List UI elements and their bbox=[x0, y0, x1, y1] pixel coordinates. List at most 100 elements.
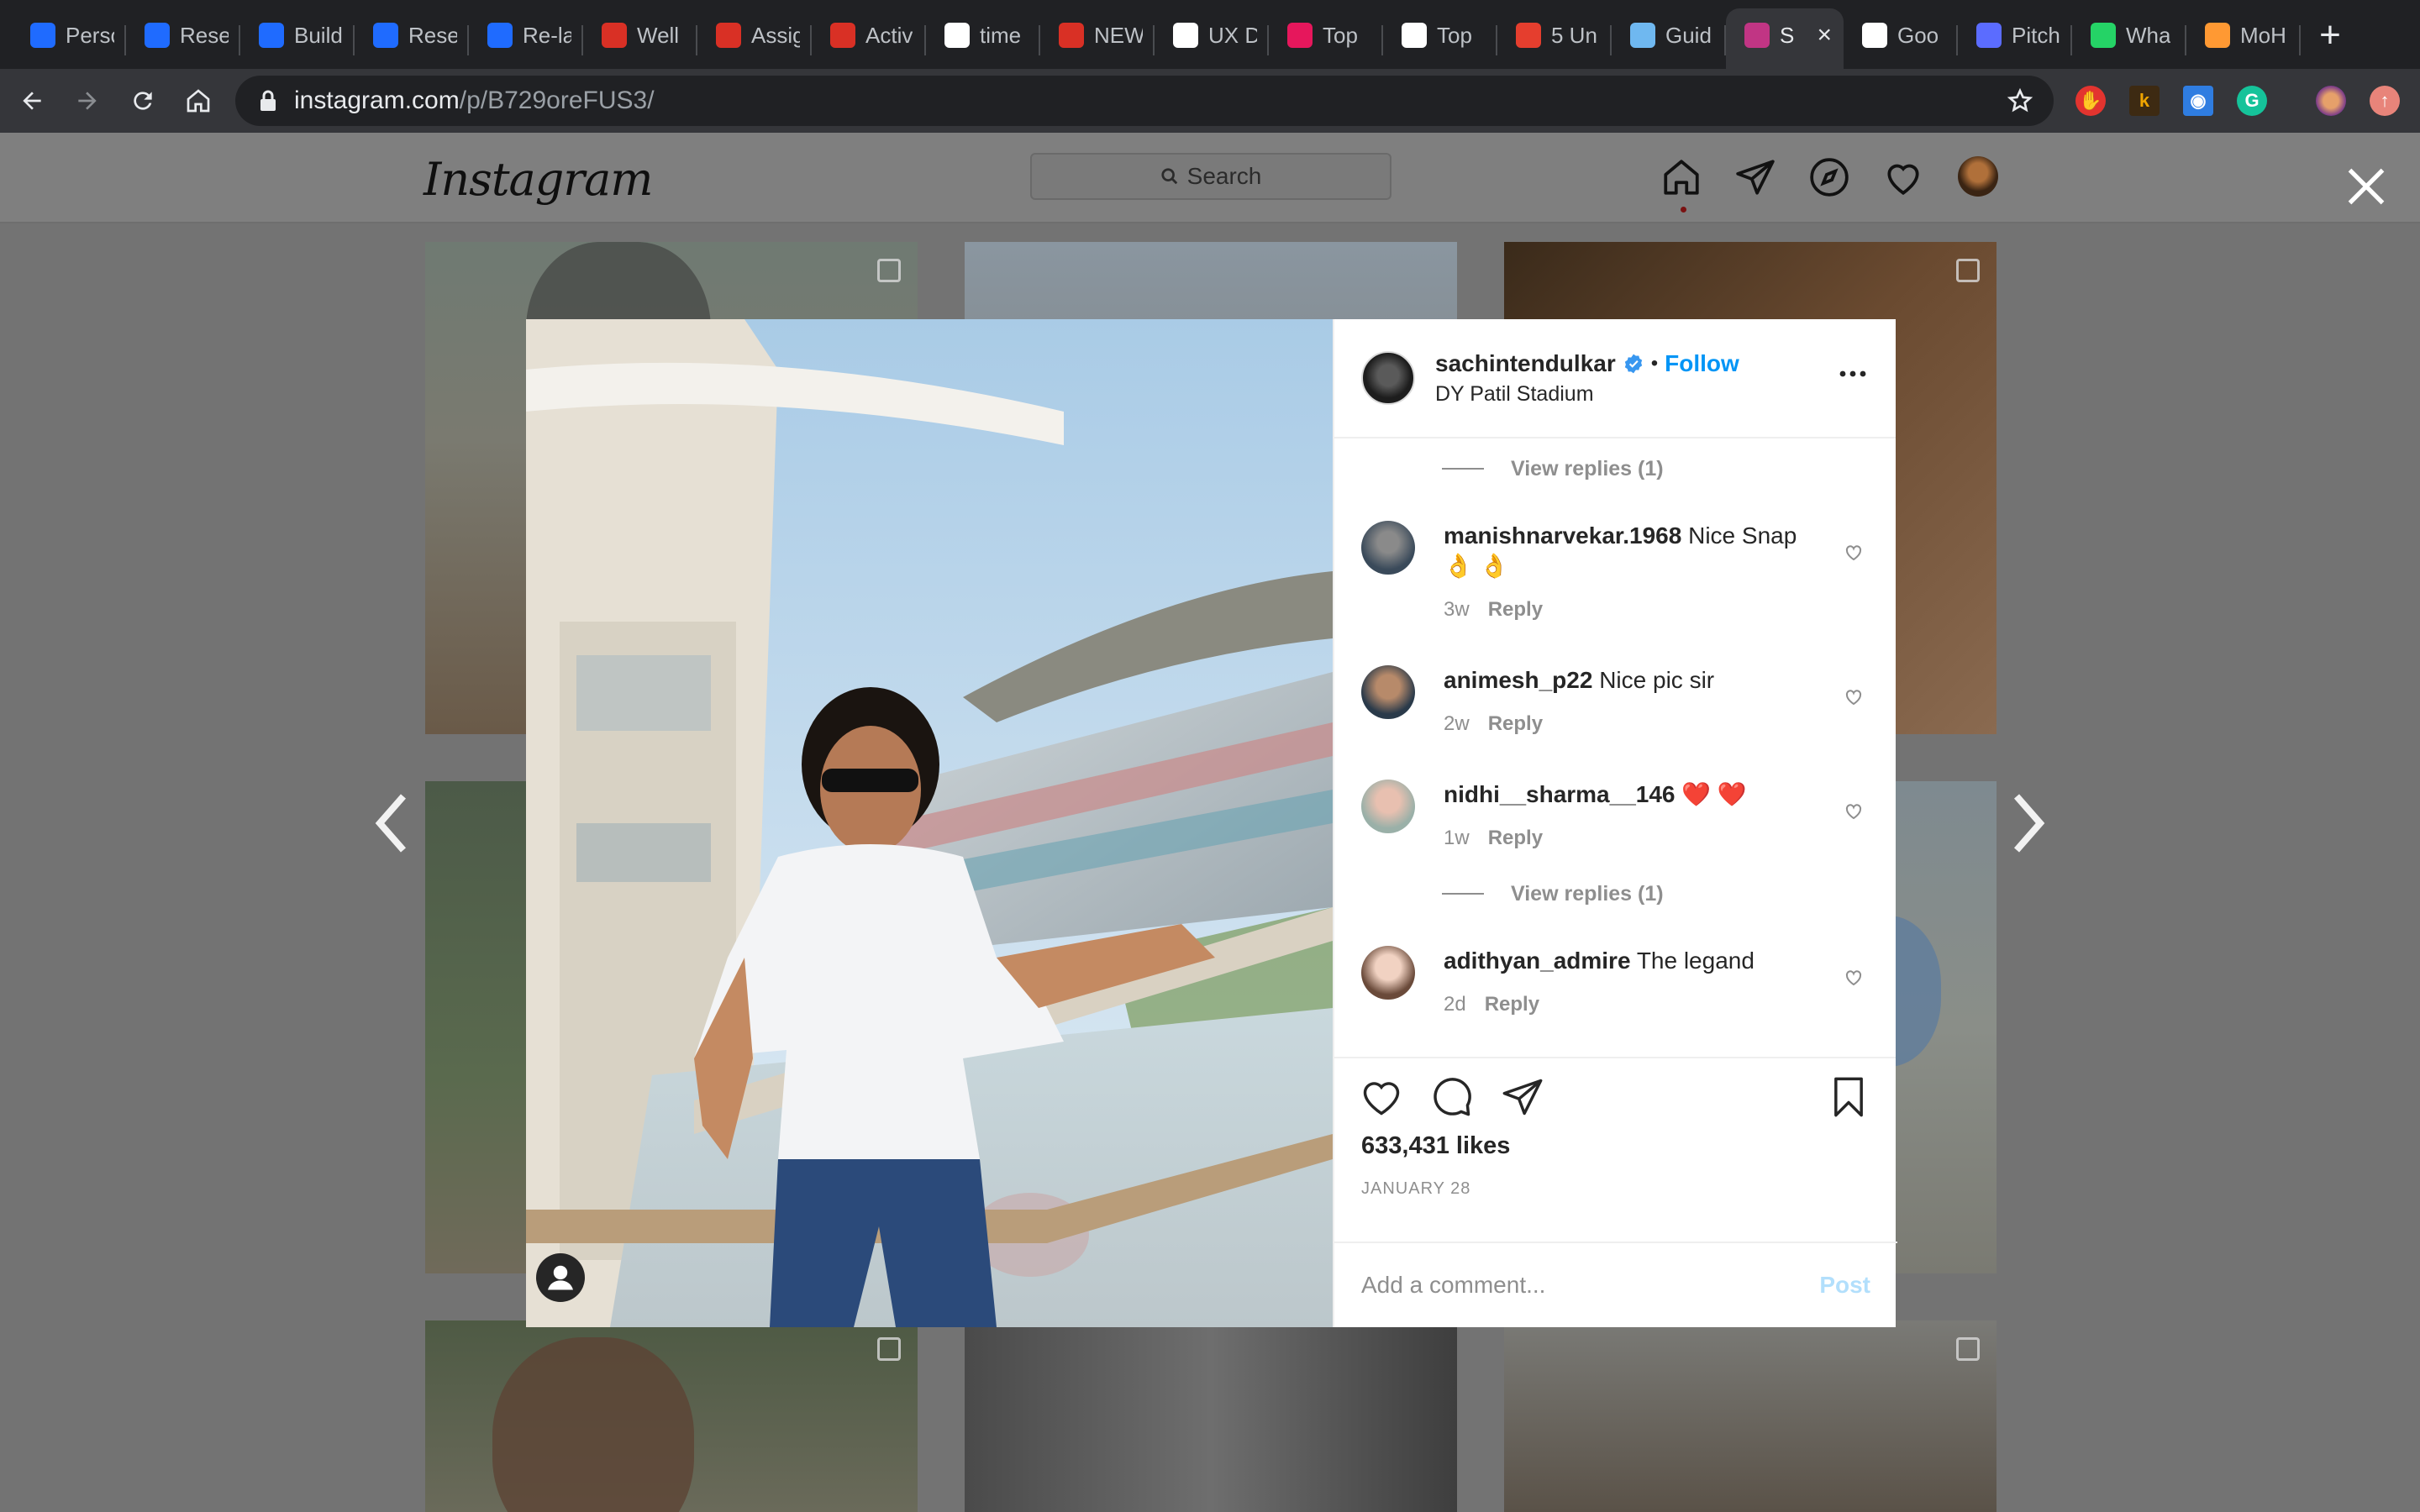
adblock-extension-icon[interactable]: ✋ bbox=[2075, 86, 2106, 116]
comment-username[interactable]: manishnarvekar.1968 bbox=[1444, 522, 1681, 549]
bookmark-star-icon[interactable] bbox=[2007, 87, 2033, 114]
comment-username[interactable]: nidhi__sharma__146 bbox=[1444, 781, 1676, 807]
browser-tab[interactable]: Goo bbox=[1844, 8, 1958, 69]
browser-tab[interactable]: Activ bbox=[812, 8, 926, 69]
comment-like-heart-icon[interactable] bbox=[1844, 687, 1864, 707]
back-button[interactable] bbox=[8, 77, 55, 124]
reply-button[interactable]: Reply bbox=[1485, 993, 1539, 1016]
reload-button[interactable] bbox=[119, 77, 166, 124]
video-icon bbox=[1956, 259, 1980, 282]
comment-username[interactable]: animesh_p22 bbox=[1444, 667, 1592, 693]
keep-extension-icon[interactable]: k bbox=[2129, 86, 2160, 116]
tab-close-icon[interactable]: × bbox=[1817, 21, 1832, 50]
profile-avatar[interactable] bbox=[1958, 156, 1998, 197]
browser-tab[interactable]: Re-la bbox=[469, 8, 583, 69]
user-profile-avatar[interactable] bbox=[2316, 86, 2346, 116]
browser-tab[interactable]: Rese bbox=[126, 8, 240, 69]
tab-label: Top bbox=[1323, 22, 1358, 48]
browser-tab[interactable]: time bbox=[926, 8, 1040, 69]
browser-tab[interactable]: Build bbox=[240, 8, 355, 69]
browser-tab[interactable]: Guid bbox=[1612, 8, 1726, 69]
dropbox-paper-icon bbox=[30, 23, 55, 48]
forward-button[interactable] bbox=[64, 77, 111, 124]
reply-button[interactable]: Reply bbox=[1488, 712, 1543, 735]
view-replies-button[interactable]: View replies (1) bbox=[1442, 452, 1869, 486]
author-line: sachintendulkar • Follow bbox=[1435, 350, 1739, 377]
ux-icon bbox=[1516, 23, 1541, 48]
close-icon[interactable] bbox=[2344, 165, 2388, 208]
comment-username[interactable]: adithyan_admire bbox=[1444, 948, 1631, 974]
grid-post-tile[interactable] bbox=[425, 1320, 918, 1512]
home-nav-button[interactable] bbox=[1660, 156, 1702, 198]
comment-age[interactable]: 3w bbox=[1444, 598, 1470, 621]
comment-like-heart-icon[interactable] bbox=[1844, 543, 1864, 563]
browser-tab[interactable]: 5 Un bbox=[1497, 8, 1612, 69]
replies-line bbox=[1442, 468, 1484, 470]
browser-tab[interactable]: Assig bbox=[697, 8, 812, 69]
instagram-logo[interactable]: Instagram bbox=[424, 153, 653, 206]
browser-tab[interactable]: NEW bbox=[1040, 8, 1155, 69]
comment-input[interactable] bbox=[1361, 1272, 1820, 1299]
post-location[interactable]: DY Patil Stadium bbox=[1435, 382, 1739, 407]
commenter-avatar[interactable] bbox=[1361, 946, 1415, 1000]
search-input[interactable]: Search bbox=[1030, 153, 1392, 200]
direct-nav-button[interactable] bbox=[1734, 156, 1776, 198]
more-options-icon[interactable] bbox=[1839, 368, 1867, 380]
search-icon bbox=[1161, 168, 1177, 185]
pitch-icon bbox=[1976, 23, 2002, 48]
comment-meta: 3w Reply bbox=[1444, 595, 1818, 625]
author-username[interactable]: sachintendulkar bbox=[1435, 350, 1616, 377]
comment-bubble-icon[interactable] bbox=[1430, 1075, 1474, 1119]
next-post-arrow[interactable] bbox=[2003, 790, 2054, 857]
browser-tab[interactable]: Pitch bbox=[1958, 8, 2072, 69]
browser-tab[interactable]: Wha bbox=[2072, 8, 2186, 69]
grid-post-tile[interactable] bbox=[1504, 1320, 1996, 1512]
post-photo[interactable] bbox=[526, 319, 1333, 1327]
activity-nav-button[interactable] bbox=[1882, 156, 1924, 198]
browser-tab[interactable]: S × bbox=[1726, 8, 1844, 69]
browser-tab[interactable]: UX D bbox=[1155, 8, 1269, 69]
post-comment-button[interactable]: Post bbox=[1819, 1272, 1870, 1299]
browser-tab[interactable]: Top bbox=[1269, 8, 1383, 69]
author-avatar[interactable] bbox=[1361, 351, 1415, 405]
tab-label: Goo bbox=[1897, 22, 1939, 48]
comment-age[interactable]: 2w bbox=[1444, 712, 1470, 735]
like-heart-icon[interactable] bbox=[1360, 1075, 1403, 1119]
commenter-avatar[interactable] bbox=[1361, 665, 1415, 719]
comment-like-heart-icon[interactable] bbox=[1844, 801, 1864, 822]
comment-age[interactable]: 2d bbox=[1444, 993, 1466, 1016]
previous-post-arrow[interactable] bbox=[366, 790, 417, 857]
gmail-icon bbox=[602, 23, 627, 48]
post-date[interactable]: JANUARY 28 bbox=[1361, 1179, 1470, 1199]
commenter-avatar[interactable] bbox=[1361, 780, 1415, 833]
browser-tab[interactable]: Well bbox=[583, 8, 697, 69]
reply-button[interactable]: Reply bbox=[1488, 598, 1543, 621]
save-bookmark-icon[interactable] bbox=[1827, 1075, 1870, 1119]
view-replies-button[interactable]: View replies (1) bbox=[1442, 877, 1869, 911]
browser-tab[interactable]: Rese bbox=[355, 8, 469, 69]
arrow-left-icon bbox=[23, 92, 41, 110]
address-bar[interactable]: instagram.com/p/B729oreFUS3/ bbox=[235, 76, 2054, 126]
commenter-avatar[interactable] bbox=[1361, 521, 1415, 575]
browser-tab[interactable]: Top bbox=[1383, 8, 1497, 69]
tab-label: Pitch bbox=[2012, 22, 2060, 48]
update-extension-icon[interactable]: ↑ bbox=[2370, 86, 2400, 116]
likes-count[interactable]: 633,431 likes bbox=[1361, 1132, 1510, 1160]
grammarly-extension-icon[interactable]: G bbox=[2237, 86, 2267, 116]
comment-like-heart-icon[interactable] bbox=[1844, 968, 1864, 988]
google-icon bbox=[1862, 23, 1887, 48]
tab-list: Perso Rese Build Rese Re-la Well Assig Activ tim… bbox=[12, 8, 2301, 69]
reply-button[interactable]: Reply bbox=[1488, 827, 1543, 849]
explore-nav-button[interactable] bbox=[1808, 156, 1850, 198]
home-button[interactable] bbox=[175, 77, 222, 124]
follow-button[interactable]: Follow bbox=[1665, 350, 1739, 377]
grid-post-tile[interactable] bbox=[965, 1320, 1457, 1512]
screenshot-extension-icon[interactable]: ◉ bbox=[2183, 86, 2213, 116]
home-icon bbox=[1664, 160, 1699, 195]
browser-tab[interactable]: Perso bbox=[12, 8, 126, 69]
user-tag-icon[interactable] bbox=[536, 1253, 585, 1302]
browser-tab[interactable]: MoH bbox=[2186, 8, 2301, 69]
share-paper-plane-icon[interactable] bbox=[1501, 1075, 1544, 1119]
comment-age[interactable]: 1w bbox=[1444, 827, 1470, 849]
new-tab-button[interactable]: + bbox=[2301, 8, 2360, 69]
